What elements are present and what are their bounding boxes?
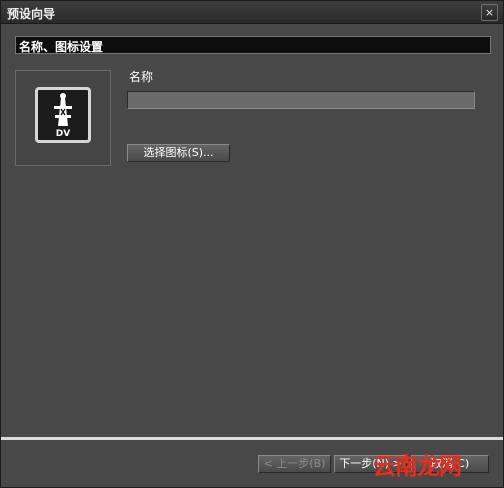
next-button[interactable]: 下一步(N) > [334,455,407,473]
section-title: 名称、图标设置 [19,40,104,54]
dv-preset-icon: DV [35,87,91,143]
name-input[interactable] [127,91,475,109]
cancel-button[interactable]: 取消(C) [411,455,489,473]
name-label: 名称 [129,70,154,84]
section-header: 名称、图标设置 [15,36,491,54]
icon-caption: DV [56,129,70,139]
window-title: 预设向导 [7,7,56,21]
preset-wizard-window: 预设向导 × 名称、图标设置 DV 名称 选择图标(S)... < 上一步(B)… [0,0,504,488]
footer-separator [1,437,503,440]
icon-preview-frame: DV [15,70,111,166]
title-bar[interactable]: 预设向导 × [1,1,503,24]
close-button[interactable]: × [481,4,498,21]
select-icon-button[interactable]: 选择图标(S)... [127,144,230,162]
close-icon: × [484,6,495,19]
previous-button[interactable]: < 上一步(B) [258,455,331,473]
tower-icon: DV [54,93,72,139]
